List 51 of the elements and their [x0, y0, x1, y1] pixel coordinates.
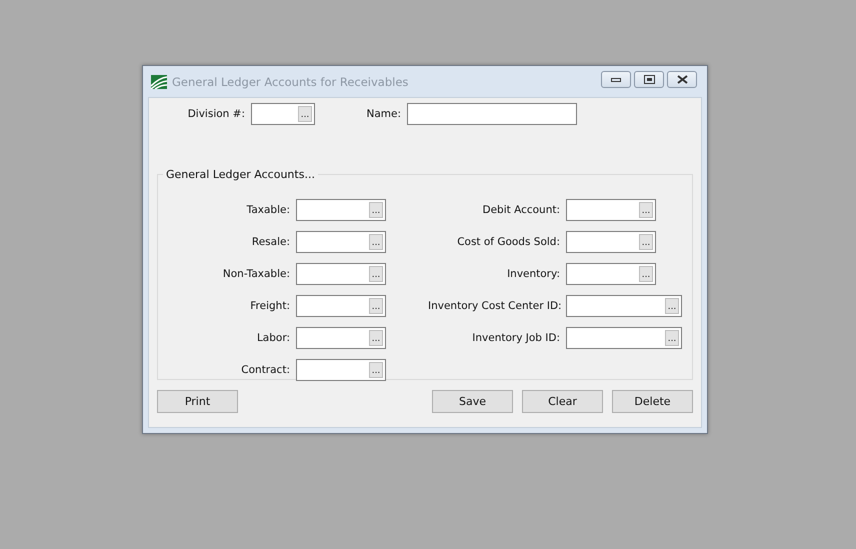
browse-button[interactable]: ...	[639, 202, 653, 218]
action-button[interactable]: Print	[157, 390, 238, 413]
field-label: Contract:	[240, 364, 291, 376]
field-label: Inventory Job ID:	[471, 332, 561, 344]
input-field[interactable]	[407, 103, 577, 125]
maximize-icon	[644, 75, 654, 84]
logo-icon	[151, 74, 167, 88]
action-button[interactable]: Save	[432, 390, 513, 413]
minimize-button[interactable]	[601, 71, 631, 88]
field-label: Cost of Goods Sold:	[456, 236, 561, 248]
field-label: Division #:	[186, 108, 246, 120]
browse-button[interactable]: ...	[639, 266, 653, 282]
browse-button[interactable]: ...	[369, 330, 383, 346]
browse-button[interactable]: ...	[665, 298, 679, 314]
field-label: Non-Taxable:	[222, 268, 291, 280]
input-field[interactable]: ...	[566, 263, 656, 285]
field-label: Freight:	[249, 300, 291, 312]
browse-button[interactable]: ...	[665, 330, 679, 346]
browse-button[interactable]: ...	[369, 234, 383, 250]
input-field[interactable]: ...	[296, 359, 386, 381]
browse-button[interactable]: ...	[639, 234, 653, 250]
group-title: General Ledger Accounts...	[165, 168, 316, 181]
maximize-button[interactable]	[634, 71, 664, 88]
input-field[interactable]: ...	[566, 199, 656, 221]
input-field[interactable]: ...	[566, 231, 656, 253]
input-field[interactable]: ...	[296, 231, 386, 253]
input-field[interactable]: ...	[296, 327, 386, 349]
field-label: Name:	[365, 108, 402, 120]
action-button[interactable]: Clear	[522, 390, 603, 413]
field-label: Taxable:	[246, 204, 291, 216]
input-field[interactable]: ...	[296, 295, 386, 317]
close-button[interactable]	[667, 71, 697, 88]
browse-button[interactable]: ...	[369, 202, 383, 218]
field-label: Debit Account:	[481, 204, 561, 216]
input-field[interactable]: ...	[296, 199, 386, 221]
input-field[interactable]: ...	[296, 263, 386, 285]
browse-button[interactable]: ...	[369, 362, 383, 378]
browse-button[interactable]: ...	[369, 298, 383, 314]
field-label: Inventory:	[506, 268, 561, 280]
input-field[interactable]: ...	[566, 295, 682, 317]
field-label: Labor:	[256, 332, 291, 344]
field-label: Resale:	[250, 236, 291, 248]
input-field[interactable]: ...	[251, 103, 315, 125]
browse-button[interactable]: ...	[298, 106, 312, 122]
browse-button[interactable]: ...	[369, 266, 383, 282]
close-icon	[676, 75, 688, 84]
field-label: Inventory Cost Center ID:	[428, 300, 563, 312]
window-title: General Ledger Accounts for Receivables	[172, 74, 410, 88]
minimize-icon	[611, 76, 621, 82]
action-button[interactable]: Delete	[612, 390, 693, 413]
input-field[interactable]: ...	[566, 327, 682, 349]
